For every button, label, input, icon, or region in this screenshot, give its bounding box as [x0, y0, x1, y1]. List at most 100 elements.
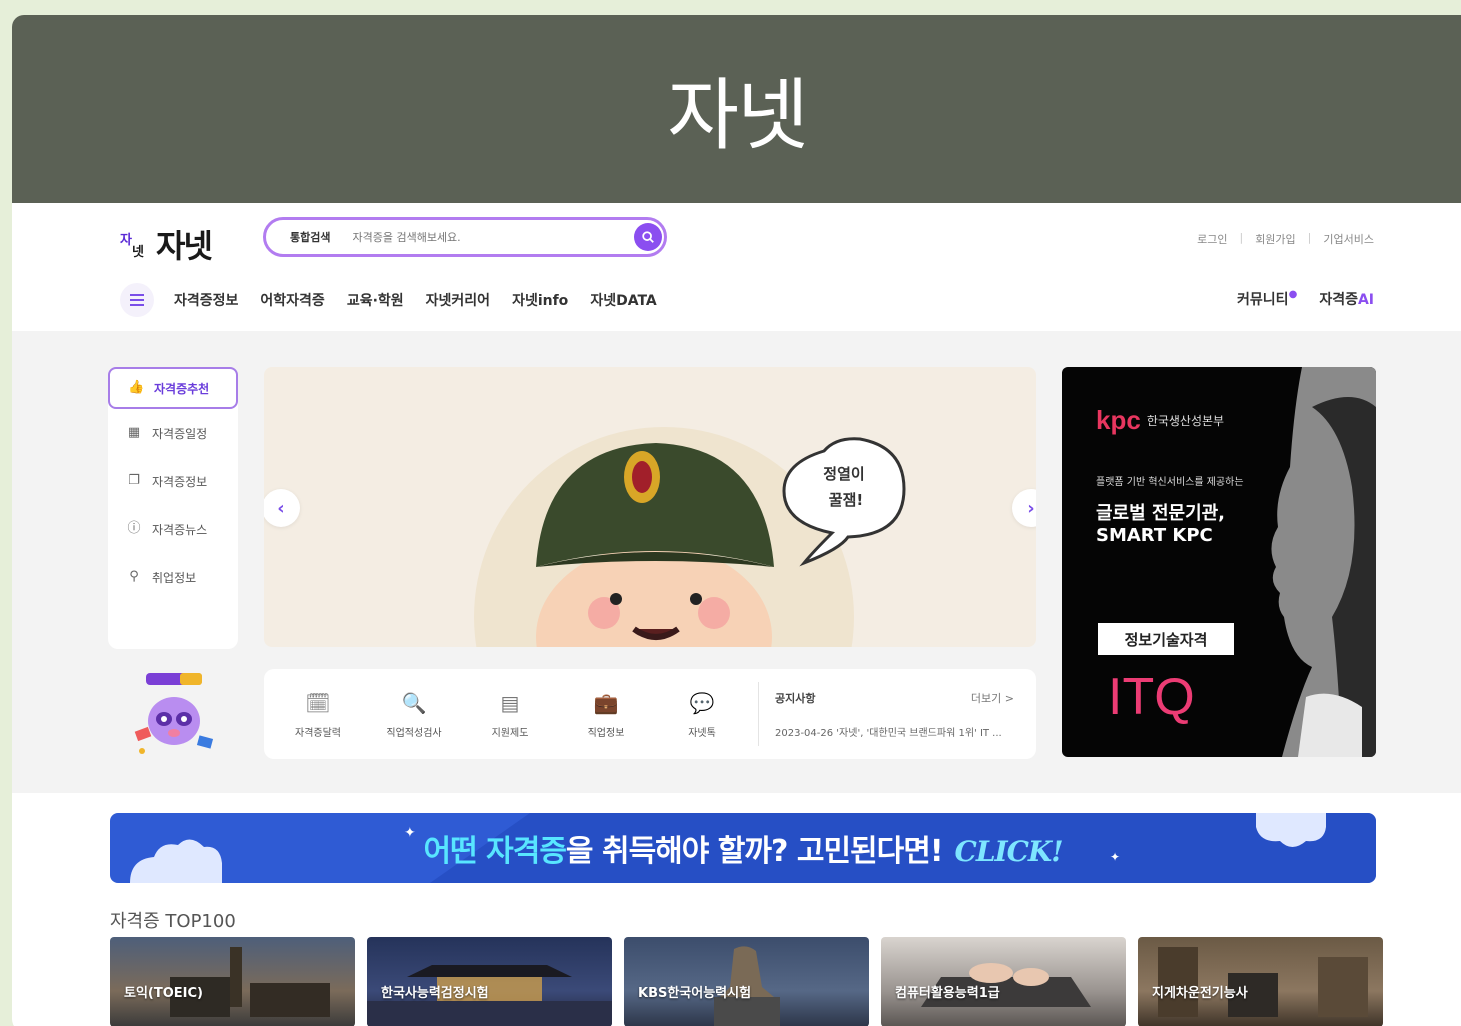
quick-link-jobinfo[interactable]: 💼 직업정보 — [564, 690, 648, 739]
search-bar: 통합검색 — [263, 217, 667, 257]
cta-click: CLICK! — [954, 835, 1064, 868]
calendar-icon: 🗓 — [305, 690, 331, 715]
search-icon — [642, 231, 654, 243]
quick-link-talk[interactable]: 💬 자넷톡 — [660, 690, 744, 739]
kpc-ad-banner[interactable]: kpc 한국생산성본부 플랫폼 기반 혁신서비스를 제공하는 글로벌 전문기관,… — [1062, 367, 1376, 757]
cert-card-computer[interactable]: 컴퓨터활용능력1급 — [881, 937, 1126, 1026]
search-button[interactable] — [634, 223, 662, 251]
signup-link[interactable]: 회원가입 — [1255, 231, 1295, 247]
ad-itq: ITQ — [1108, 668, 1195, 726]
top-banner: 자넷 — [12, 15, 1461, 203]
cert-card-label: KBS한국어능력시험 — [638, 986, 752, 1001]
hamburger-menu-button[interactable] — [120, 283, 154, 317]
hamburger-icon — [130, 299, 144, 301]
banner-title: 자넷 — [667, 71, 809, 161]
side-item-news[interactable]: ⓘ 자격증뉴스 — [108, 505, 238, 553]
speech-text-1: 정열이 — [823, 465, 864, 483]
ad-headline: 글로벌 전문기관, SMART KPC — [1096, 503, 1225, 547]
notice-item[interactable]: 2023-04-26 '자넷', '대한민국 브랜드파워 1위' IT ... — [775, 724, 1014, 739]
logo-mark-top: 자 — [120, 233, 132, 248]
side-item-label: 자격증정보 — [152, 474, 208, 489]
top100-cards: 토익(TOEIC) 한국사능력검정시험 KBS한국어능력시험 컴퓨터활용능력1급… — [110, 937, 1383, 1026]
mascot-banner[interactable] — [124, 669, 224, 765]
side-item-schedule[interactable]: ▦ 자격증일정 — [108, 409, 238, 457]
ad-tagline: 플랫폼 기반 혁신서비스를 제공하는 — [1096, 477, 1244, 488]
search-document-icon: 🔍 — [401, 690, 427, 715]
top100-title: 자격증 TOP100 — [110, 911, 236, 932]
cert-card-korean-history[interactable]: 한국사능력검정시험 — [367, 937, 612, 1026]
calendar-icon: ▦ — [127, 425, 141, 440]
ad-headline-1: 글로벌 전문기관, — [1096, 503, 1226, 524]
utility-links: 로그인 | 회원가입 | 기업서비스 — [1197, 231, 1374, 247]
login-link[interactable]: 로그인 — [1197, 231, 1227, 247]
main-content-band: 👍 자격증추천 ▦ 자격증일정 ❐ 자격증정보 ⓘ 자격증뉴스 ⚲ 취업정보 정… — [12, 331, 1461, 793]
ad-headline-2: SMART KPC — [1096, 525, 1213, 546]
nav-item-data[interactable]: 자넷DATA — [590, 290, 656, 310]
cert-card-label: 컴퓨터활용능력1급 — [895, 986, 1000, 1001]
cert-card-forklift[interactable]: 지게차운전기능사 — [1138, 937, 1383, 1026]
side-item-info[interactable]: ❐ 자격증정보 — [108, 457, 238, 505]
cert-card-label: 한국사능력검정시험 — [381, 986, 489, 1001]
cert-card-kbs-korean[interactable]: KBS한국어능력시험 — [624, 937, 869, 1026]
quick-link-label: 직업적성검사 — [386, 727, 442, 739]
thumbs-up-icon: 👍 — [128, 380, 145, 395]
speech-text-2: 꿀잼! — [829, 491, 863, 509]
nav-item-education[interactable]: 교육·학원 — [347, 290, 404, 310]
logo-mark-bottom: 넷 — [132, 245, 144, 260]
search-scope[interactable]: 통합검색 — [290, 229, 330, 245]
notice-box: 공지사항 더보기 > 2023-04-26 '자넷', '대한민국 브랜드파워 … — [759, 690, 1036, 739]
community-link[interactable]: 커뮤니티● — [1237, 289, 1297, 309]
screen-icon: ▤ — [500, 690, 520, 715]
nav-item-cert-info[interactable]: 자격증정보 — [174, 290, 238, 310]
nav-right: 커뮤니티● 자격증AI — [1237, 289, 1374, 309]
ad-org: 한국생산성본부 — [1146, 414, 1225, 428]
side-item-label: 자격증추천 — [154, 381, 210, 396]
kpc-logo: kpc — [1096, 405, 1141, 435]
cta-message: 어떤 자격증을 취득해야 할까? 고민된다면! CLICK! — [423, 826, 1064, 870]
logo-text: 자넷 — [156, 227, 213, 265]
quick-link-aptitude[interactable]: 🔍 직업적성검사 — [372, 690, 456, 739]
nav-item-info[interactable]: 자넷info — [512, 290, 568, 310]
cert-ai-suffix: AI — [1357, 292, 1374, 308]
cta-highlight: 어떤 자격증 — [423, 834, 566, 869]
side-item-recommend[interactable]: 👍 자격증추천 — [108, 367, 238, 409]
main-nav: 자격증정보 어학자격증 교육·학원 자넷커리어 자넷info 자넷DATA — [120, 283, 679, 317]
notice-more-link[interactable]: 더보기 > — [971, 690, 1014, 706]
hero-carousel[interactable]: 정열이 꿀잼! ‹ › — [264, 367, 1036, 647]
side-item-label: 자격증일정 — [152, 426, 208, 441]
community-label: 커뮤니티 — [1237, 292, 1289, 308]
soldier-character-illustration: 정열이 꿀잼! — [474, 427, 906, 647]
side-item-label: 취업정보 — [152, 570, 197, 585]
cert-card-toeic[interactable]: 토익(TOEIC) — [110, 937, 355, 1026]
util-separator: | — [1307, 231, 1312, 244]
cta-banner[interactable]: ✦ ✦ 어떤 자격증을 취득해야 할까? 고민된다면! CLICK! — [110, 813, 1376, 883]
business-link[interactable]: 기업서비스 — [1323, 231, 1374, 247]
cert-ai-link[interactable]: 자격증AI — [1319, 289, 1374, 309]
quick-link-support[interactable]: ▤ 지원제도 — [468, 690, 552, 739]
quick-link-label: 지원제도 — [491, 727, 529, 739]
logo-mark: 자 넷 — [120, 229, 148, 260]
quick-link-label: 자격증달력 — [295, 727, 341, 739]
chat-icon: 💬 — [689, 690, 715, 715]
nav-item-career[interactable]: 자넷커리어 — [426, 290, 490, 310]
notice-title: 공지사항 — [775, 691, 816, 705]
raccoon-mascot-icon — [134, 673, 214, 754]
location-pin-icon: ⚲ — [129, 569, 139, 584]
new-dot-icon: ● — [1288, 289, 1298, 300]
nav-item-language[interactable]: 어학자격증 — [260, 290, 324, 310]
svg-text:✦: ✦ — [404, 825, 416, 841]
side-item-jobs[interactable]: ⚲ 취업정보 — [108, 553, 238, 601]
browser-page: 자 넷 자넷 통합검색 로그인 | 회원가입 | 기업서비스 자격증정보 어학자… — [12, 203, 1461, 1026]
search-input[interactable] — [352, 230, 613, 244]
site-logo[interactable]: 자 넷 자넷 — [120, 221, 213, 267]
chevron-left-icon: ‹ — [277, 497, 285, 519]
quick-link-calendar[interactable]: 🗓 자격증달력 — [276, 690, 360, 739]
quick-link-label: 직업정보 — [587, 727, 625, 739]
cert-card-label: 토익(TOEIC) — [124, 986, 203, 1001]
info-icon: ⓘ — [127, 521, 141, 536]
quick-links-panel: 🗓 자격증달력 🔍 직업적성검사 ▤ 지원제도 💼 직업정보 💬 자넷톡 공지사… — [264, 669, 1036, 759]
util-separator: | — [1239, 231, 1244, 244]
quick-link-label: 자넷톡 — [688, 727, 716, 739]
ad-pill: 정보기술자격 — [1098, 623, 1234, 655]
cert-ai-prefix: 자격증 — [1319, 292, 1358, 308]
